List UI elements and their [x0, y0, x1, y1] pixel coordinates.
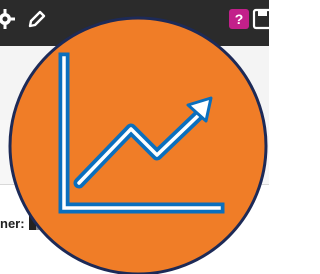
- trending-up-chart-icon: [7, 15, 269, 274]
